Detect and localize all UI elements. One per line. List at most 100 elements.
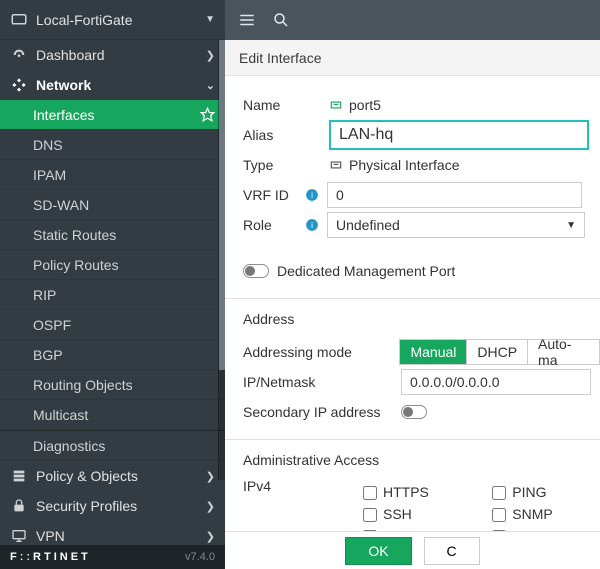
sidebar-item-routing-objects[interactable]: Routing Objects xyxy=(0,370,225,400)
sidebar-item-policy-routes[interactable]: Policy Routes xyxy=(0,250,225,280)
chevron-down-icon: ▼ xyxy=(205,14,215,25)
chevron-right-icon: ❯ xyxy=(206,470,215,483)
nav-label: Dashboard xyxy=(36,47,105,63)
chk-ping[interactable]: PING xyxy=(492,484,583,500)
alias-input[interactable] xyxy=(329,120,589,150)
sidebar-item-sdwan[interactable]: SD-WAN xyxy=(0,190,225,220)
name-value: port5 xyxy=(349,97,381,113)
nav-label: Interfaces xyxy=(33,107,94,123)
name-label: Name xyxy=(243,97,299,113)
sidebar-item-dns[interactable]: DNS xyxy=(0,130,225,160)
type-label: Type xyxy=(243,157,299,173)
role-label: Role xyxy=(243,217,299,233)
sidebar-item-ospf[interactable]: OSPF xyxy=(0,310,225,340)
nav-label: Diagnostics xyxy=(33,438,105,454)
star-icon[interactable] xyxy=(200,107,215,122)
brand-logo: FːːRTINET xyxy=(10,551,91,563)
sidebar-item-bgp[interactable]: BGP xyxy=(0,340,225,370)
addressing-mode-label: Addressing mode xyxy=(243,344,399,360)
chevron-right-icon: ❯ xyxy=(206,500,215,513)
info-icon[interactable]: i xyxy=(305,188,319,202)
sidebar-item-ipam[interactable]: IPAM xyxy=(0,160,225,190)
sidebar-item-security-profiles[interactable]: Security Profiles ❯ xyxy=(0,491,225,521)
mode-manual[interactable]: Manual xyxy=(400,340,467,364)
role-value: Undefined xyxy=(336,217,400,233)
topbar xyxy=(225,0,600,40)
nav-label: Security Profiles xyxy=(36,498,137,514)
ipmask-label: IP/Netmask xyxy=(243,374,401,390)
sidebar-footer: FːːRTINET v7.4.0 xyxy=(0,545,225,569)
nav-label: RIP xyxy=(33,287,56,303)
monitor-icon xyxy=(10,528,28,544)
nav-label: Policy & Objects xyxy=(36,468,138,484)
sidebar-item-dashboard[interactable]: Dashboard ❯ xyxy=(0,40,225,70)
nav-label: SD-WAN xyxy=(33,197,89,213)
nav: Dashboard ❯ Network ⌄ Interfaces DNS IPA… xyxy=(0,40,225,545)
sidebar-item-interfaces[interactable]: Interfaces xyxy=(0,100,225,130)
nav-label: DNS xyxy=(33,137,63,153)
main: Edit Interface Name port5 Alias Type Phy… xyxy=(225,0,600,569)
sidebar-item-diagnostics[interactable]: Diagnostics xyxy=(0,431,225,461)
sidebar-scrollbar[interactable] xyxy=(218,40,225,480)
secondary-ip-label: Secondary IP address xyxy=(243,404,401,420)
port-icon xyxy=(329,98,343,112)
mode-dhcp[interactable]: DHCP xyxy=(467,340,528,364)
chevron-down-icon: ⌄ xyxy=(206,79,215,92)
ipmask-input[interactable] xyxy=(401,369,591,395)
svg-text:i: i xyxy=(311,191,313,200)
hamburger-icon[interactable] xyxy=(237,10,257,30)
policy-icon xyxy=(10,468,28,484)
page-title-bar: Edit Interface xyxy=(225,40,600,76)
nav-label: IPAM xyxy=(33,167,66,183)
mode-auto[interactable]: Auto-ma xyxy=(528,340,599,364)
nav-label: Routing Objects xyxy=(33,377,133,393)
port-icon xyxy=(329,158,343,172)
cancel-button[interactable]: C xyxy=(424,537,480,565)
sidebar-item-network[interactable]: Network ⌄ xyxy=(0,70,225,100)
type-value: Physical Interface xyxy=(349,157,460,173)
footer-bar: OK C xyxy=(225,531,600,569)
version-label: v7.4.0 xyxy=(185,551,215,563)
page-title: Edit Interface xyxy=(239,50,322,66)
secondary-ip-toggle[interactable] xyxy=(401,405,427,419)
content: Name port5 Alias Type Physical Interface… xyxy=(225,76,600,569)
sidebar-item-rip[interactable]: RIP xyxy=(0,280,225,310)
sidebar-item-policy-objects[interactable]: Policy & Objects ❯ xyxy=(0,461,225,491)
nav-label: Multicast xyxy=(33,407,88,423)
chk-https[interactable]: HTTPS xyxy=(363,484,452,500)
role-select[interactable]: Undefined ▼ xyxy=(327,212,585,238)
chk-ssh[interactable]: SSH xyxy=(363,506,452,522)
nav-label: OSPF xyxy=(33,317,71,333)
chevron-right-icon: ❯ xyxy=(206,530,215,543)
admin-access-section-title: Administrative Access xyxy=(243,452,600,468)
network-icon xyxy=(10,77,28,93)
alias-label: Alias xyxy=(243,127,299,143)
addressing-mode-segmented: Manual DHCP Auto-ma xyxy=(399,339,600,365)
device-title: Local-FortiGate xyxy=(36,12,205,28)
device-icon xyxy=(10,11,28,29)
sidebar: Local-FortiGate ▼ Dashboard ❯ Network ⌄ … xyxy=(0,0,225,569)
ok-button[interactable]: OK xyxy=(345,537,411,565)
sidebar-header[interactable]: Local-FortiGate ▼ xyxy=(0,0,225,40)
nav-label: Policy Routes xyxy=(33,257,119,273)
address-section-title: Address xyxy=(243,311,600,327)
chevron-right-icon: ❯ xyxy=(206,49,215,62)
search-icon[interactable] xyxy=(271,10,291,30)
sidebar-item-multicast[interactable]: Multicast xyxy=(0,400,225,430)
vrf-label: VRF ID xyxy=(243,187,299,203)
nav-label: BGP xyxy=(33,347,63,363)
svg-text:i: i xyxy=(311,221,313,230)
nav-label: Network xyxy=(36,77,91,93)
sidebar-item-static-routes[interactable]: Static Routes xyxy=(0,220,225,250)
vrf-input[interactable] xyxy=(327,182,582,208)
dedicated-mgmt-label: Dedicated Management Port xyxy=(277,263,455,279)
nav-label: VPN xyxy=(36,528,65,544)
dedicated-mgmt-toggle[interactable] xyxy=(243,264,269,278)
chk-snmp[interactable]: SNMP xyxy=(492,506,583,522)
nav-label: Static Routes xyxy=(33,227,116,243)
lock-icon xyxy=(10,498,28,514)
info-icon[interactable]: i xyxy=(305,218,319,232)
dashboard-icon xyxy=(10,47,28,63)
sidebar-item-vpn[interactable]: VPN ❯ xyxy=(0,521,225,545)
chevron-down-icon: ▼ xyxy=(566,220,576,231)
